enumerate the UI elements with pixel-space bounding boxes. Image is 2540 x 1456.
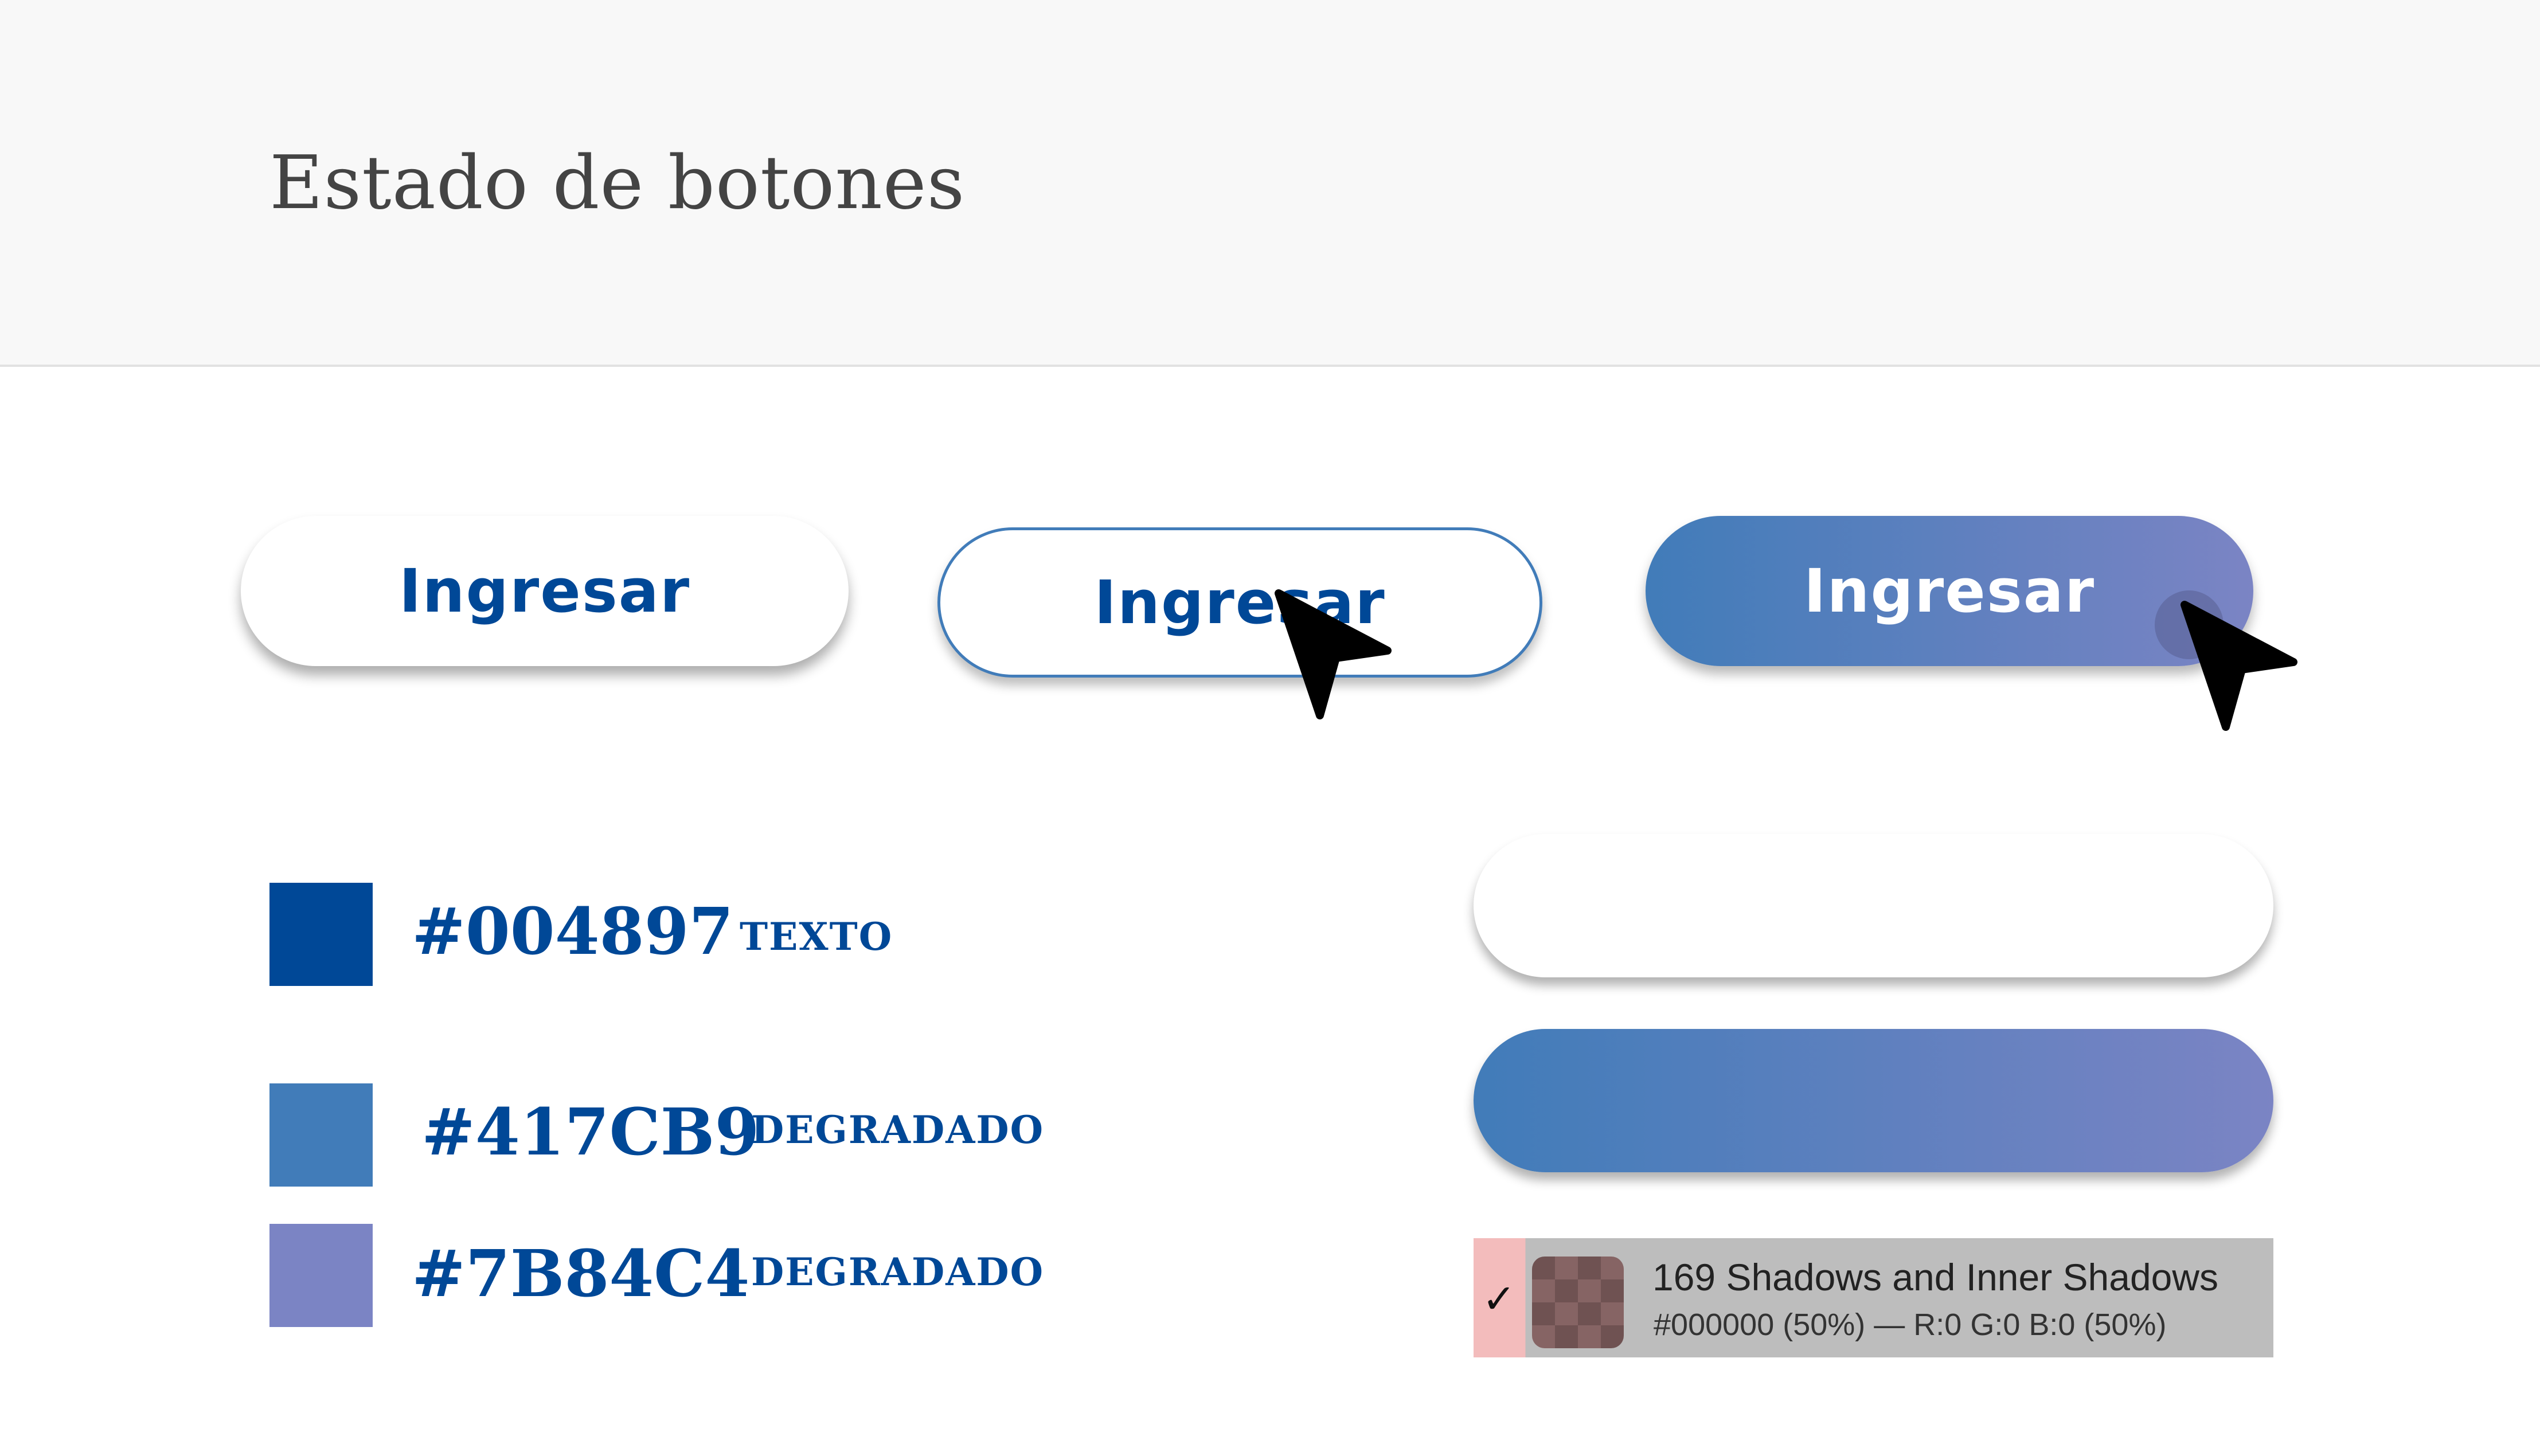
ingresar-button-hover[interactable]: Ingresar (937, 527, 1542, 678)
button-sample-white (1474, 834, 2273, 977)
color-hex: #417CB9 (421, 1095, 760, 1170)
color-tag: DEGRADADO (751, 1250, 1045, 1294)
button-sample-gradient (1474, 1029, 2273, 1172)
checkmark-icon: ✓ (1482, 1275, 1516, 1322)
color-tag: DEGRADADO (751, 1107, 1045, 1152)
header: Estado de botones (0, 0, 2540, 367)
color-swatch (269, 1083, 373, 1187)
page-title: Estado de botones (269, 140, 966, 226)
shadow-style-title: 169 Shadows and Inner Shadows (1652, 1256, 2219, 1298)
ingresar-button-normal[interactable]: Ingresar (241, 516, 849, 666)
color-hex: #7B84C4 (412, 1236, 750, 1312)
cursor-hover-icon (1275, 589, 1392, 719)
color-tag: TEXTO (740, 914, 893, 959)
color-hex: #004897 (412, 894, 734, 969)
shadow-style-detail: #000000 (50%) — R:0 G:0 B:0 (50%) (1654, 1308, 2167, 1342)
color-swatch (269, 883, 373, 986)
color-swatch (269, 1224, 373, 1327)
checkerboard-swatch-icon (1532, 1257, 1624, 1348)
cursor-active-icon (2181, 601, 2297, 731)
